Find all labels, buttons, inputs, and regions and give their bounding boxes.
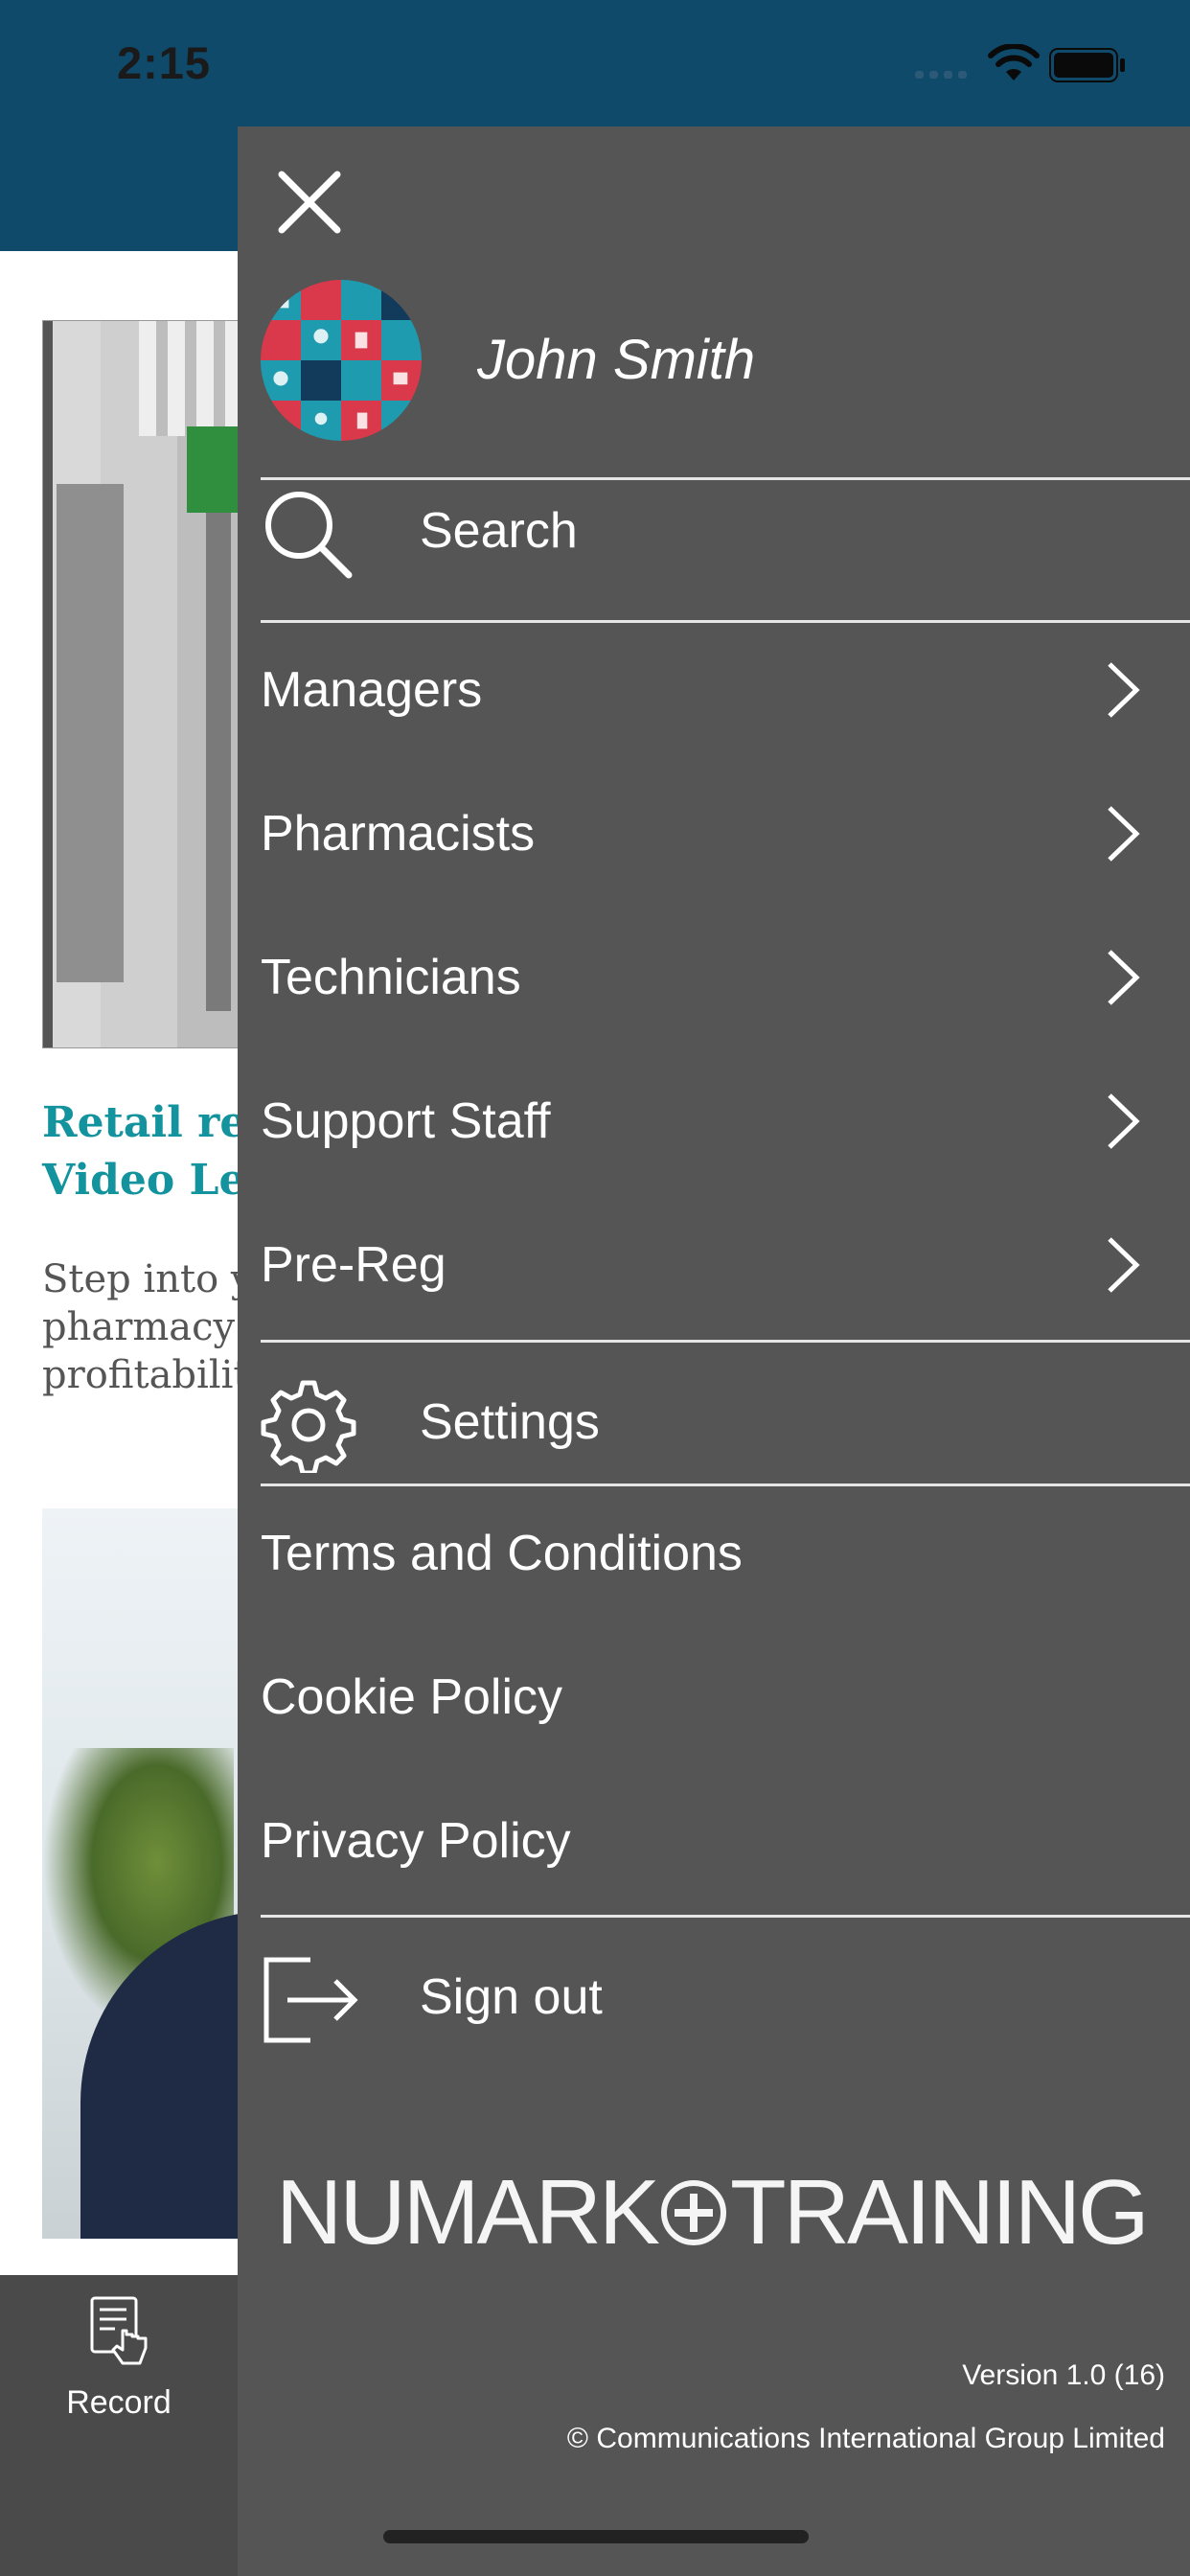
search-icon bbox=[265, 492, 353, 579]
close-icon[interactable] bbox=[276, 169, 343, 236]
link-terms-and-conditions[interactable]: Terms and Conditions bbox=[261, 1506, 1190, 1601]
chevron-right-icon bbox=[1108, 662, 1140, 718]
search-label: Search bbox=[420, 503, 578, 559]
menu-item-label: Technicians bbox=[261, 950, 521, 1005]
tab-record-label: Record bbox=[66, 2384, 172, 2421]
chevron-right-icon bbox=[1108, 1237, 1140, 1293]
user-name: John Smith bbox=[477, 329, 756, 391]
menu-item-label: Managers bbox=[261, 662, 483, 718]
divider bbox=[261, 1915, 1190, 1918]
menu-item-label: Pre-Reg bbox=[261, 1237, 446, 1293]
chevron-right-icon bbox=[1108, 1093, 1140, 1149]
signal-icon bbox=[915, 71, 969, 79]
menu-item-technicians[interactable]: Technicians bbox=[261, 930, 1190, 1025]
sign-out-icon bbox=[263, 1957, 358, 2043]
menu-item-managers[interactable]: Managers bbox=[261, 642, 1190, 738]
chevron-right-icon bbox=[1108, 950, 1140, 1005]
link-privacy-policy[interactable]: Privacy Policy bbox=[261, 1793, 1190, 1889]
search-row[interactable]: Search bbox=[261, 481, 1190, 586]
menu-item-label: Pharmacists bbox=[261, 806, 536, 862]
menu-item-pre-reg[interactable]: Pre-Reg bbox=[261, 1217, 1190, 1313]
link-label: Privacy Policy bbox=[261, 1813, 571, 1869]
sign-out-label: Sign out bbox=[420, 1969, 603, 2025]
divider bbox=[261, 1340, 1190, 1343]
link-cookie-policy[interactable]: Cookie Policy bbox=[261, 1649, 1190, 1745]
menu-item-pharmacists[interactable]: Pharmacists bbox=[261, 786, 1190, 882]
divider bbox=[261, 1484, 1190, 1486]
wifi-icon bbox=[988, 44, 1040, 80]
home-indicator[interactable] bbox=[383, 2530, 809, 2543]
menu-item-support-staff[interactable]: Support Staff bbox=[261, 1073, 1190, 1169]
link-label: Terms and Conditions bbox=[261, 1526, 743, 1581]
settings-label: Settings bbox=[420, 1394, 600, 1450]
settings-row[interactable]: Settings bbox=[261, 1363, 1190, 1487]
avatar-icon bbox=[261, 280, 422, 441]
status-time: 2:15 bbox=[117, 37, 212, 88]
app-version: Version 1.0 (16) bbox=[962, 2359, 1165, 2391]
battery-icon bbox=[1049, 48, 1125, 82]
record-document-icon bbox=[90, 2296, 148, 2365]
divider bbox=[261, 477, 1190, 480]
copyright: © Communications International Group Lim… bbox=[566, 2423, 1165, 2454]
link-label: Cookie Policy bbox=[261, 1669, 563, 1725]
chevron-right-icon bbox=[1108, 806, 1140, 862]
side-drawer: John Smith Search Managers Pharmacists T… bbox=[238, 126, 1190, 2576]
tab-record[interactable]: Record bbox=[42, 2296, 195, 2422]
logo-text-right: TRAINING bbox=[730, 2161, 1150, 2264]
gear-icon bbox=[261, 1380, 356, 1473]
divider bbox=[261, 620, 1190, 623]
avatar[interactable] bbox=[261, 280, 422, 441]
logo-text-left: NUMARK bbox=[276, 2161, 660, 2264]
menu-item-label: Support Staff bbox=[261, 1093, 551, 1149]
numark-training-logo: NUMARK TRAINING bbox=[276, 2160, 1157, 2266]
plus-cross-icon bbox=[661, 2180, 727, 2245]
sign-out-row[interactable]: Sign out bbox=[261, 1938, 1190, 2062]
